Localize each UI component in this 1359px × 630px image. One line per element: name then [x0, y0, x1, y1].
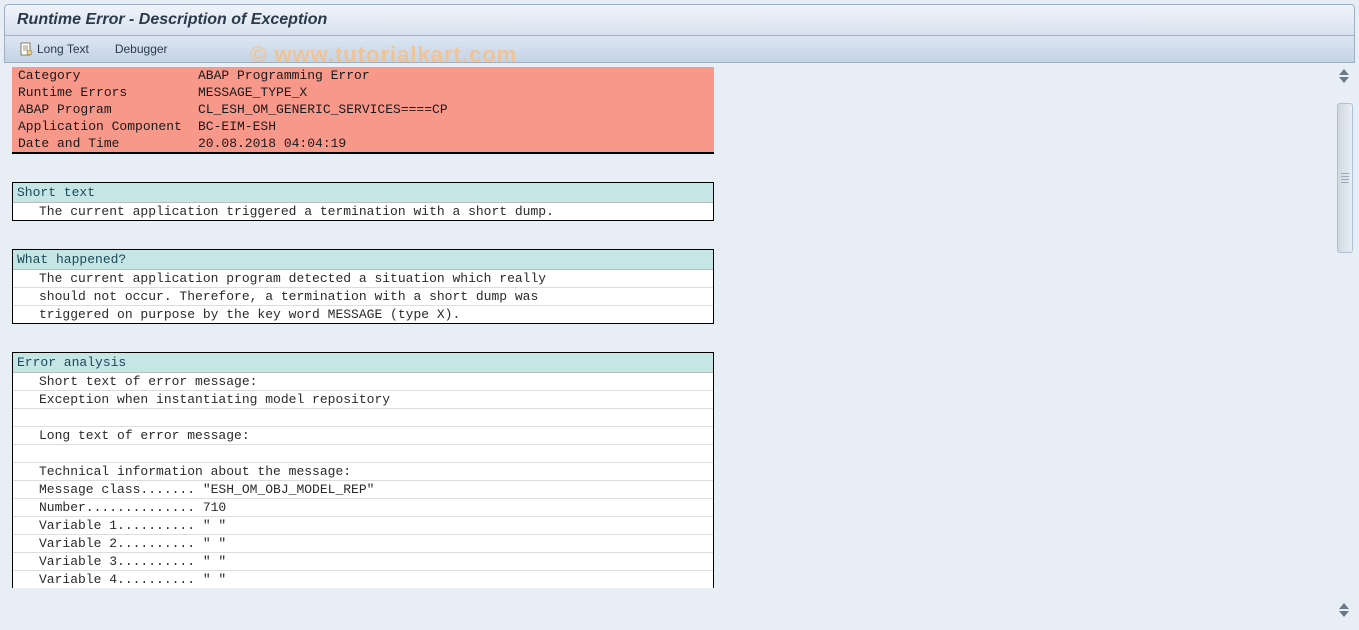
title-bar: Runtime Error - Description of Exception	[4, 4, 1355, 36]
toolbar: Long Text Debugger	[4, 36, 1355, 63]
short-text-body: The current application triggered a term…	[13, 203, 713, 220]
summary-value: CL_ESH_OM_GENERIC_SERVICES====CP	[192, 101, 714, 118]
scroll-indicators-top	[1339, 69, 1349, 83]
summary-value: BC-EIM-ESH	[192, 118, 714, 135]
summary-value: MESSAGE_TYPE_X	[192, 84, 714, 101]
error-analysis-section: Error analysis Short text of error messa…	[12, 352, 714, 588]
report-line: Exception when instantiating model repos…	[13, 391, 713, 409]
table-row: Runtime ErrorsMESSAGE_TYPE_X	[12, 84, 714, 101]
error-analysis-body: Short text of error message:Exception wh…	[13, 373, 713, 588]
table-row: CategoryABAP Programming Error	[12, 67, 714, 84]
debugger-button[interactable]: Debugger	[111, 40, 172, 58]
report-line: Variable 4.......... " "	[13, 571, 713, 588]
summary-table: CategoryABAP Programming ErrorRuntime Er…	[12, 67, 714, 154]
scrollbar-gripper[interactable]	[1337, 103, 1353, 253]
summary-label: Date and Time	[12, 135, 192, 153]
report-line: Number.............. 710	[13, 499, 713, 517]
scroll-indicator-bottom	[1339, 603, 1349, 617]
content-area: CategoryABAP Programming ErrorRuntime Er…	[4, 67, 1355, 621]
document-icon	[19, 42, 33, 56]
report-line: should not occur. Therefore, a terminati…	[13, 288, 713, 306]
long-text-label: Long Text	[37, 42, 89, 56]
what-happened-body: The current application program detected…	[13, 270, 713, 323]
scroll-down-bottom-icon[interactable]	[1339, 611, 1349, 617]
short-text-section: Short text The current application trigg…	[12, 182, 714, 221]
report-panel: CategoryABAP Programming ErrorRuntime Er…	[4, 67, 719, 588]
summary-value: ABAP Programming Error	[192, 67, 714, 84]
what-happened-header: What happened?	[13, 250, 713, 270]
report-line: The current application program detected…	[13, 270, 713, 288]
table-row: Application ComponentBC-EIM-ESH	[12, 118, 714, 135]
report-line: Variable 2.......... " "	[13, 535, 713, 553]
report-line	[13, 409, 713, 427]
table-row: Date and Time20.08.2018 04:04:19	[12, 135, 714, 153]
summary-label: ABAP Program	[12, 101, 192, 118]
what-happened-section: What happened? The current application p…	[12, 249, 714, 324]
summary-label: Category	[12, 67, 192, 84]
report-line: Variable 1.......... " "	[13, 517, 713, 535]
report-line	[13, 445, 713, 463]
table-row: ABAP ProgramCL_ESH_OM_GENERIC_SERVICES==…	[12, 101, 714, 118]
report-line: Message class....... "ESH_OM_OBJ_MODEL_R…	[13, 481, 713, 499]
report-line: Long text of error message:	[13, 427, 713, 445]
report-line: triggered on purpose by the key word MES…	[13, 306, 713, 323]
report-line: The current application triggered a term…	[13, 203, 713, 220]
page-title: Runtime Error - Description of Exception	[17, 11, 1342, 29]
report-line: Short text of error message:	[13, 373, 713, 391]
report-line: Technical information about the message:	[13, 463, 713, 481]
summary-value: 20.08.2018 04:04:19	[192, 135, 714, 153]
scroll-up-icon[interactable]	[1339, 69, 1349, 75]
error-analysis-header: Error analysis	[13, 353, 713, 373]
summary-label: Application Component	[12, 118, 192, 135]
short-text-header: Short text	[13, 183, 713, 203]
scroll-down-icon[interactable]	[1339, 77, 1349, 83]
summary-label: Runtime Errors	[12, 84, 192, 101]
long-text-button[interactable]: Long Text	[15, 40, 93, 58]
debugger-label: Debugger	[115, 42, 168, 56]
report-line: Variable 3.......... " "	[13, 553, 713, 571]
scroll-up-bottom-icon[interactable]	[1339, 603, 1349, 609]
